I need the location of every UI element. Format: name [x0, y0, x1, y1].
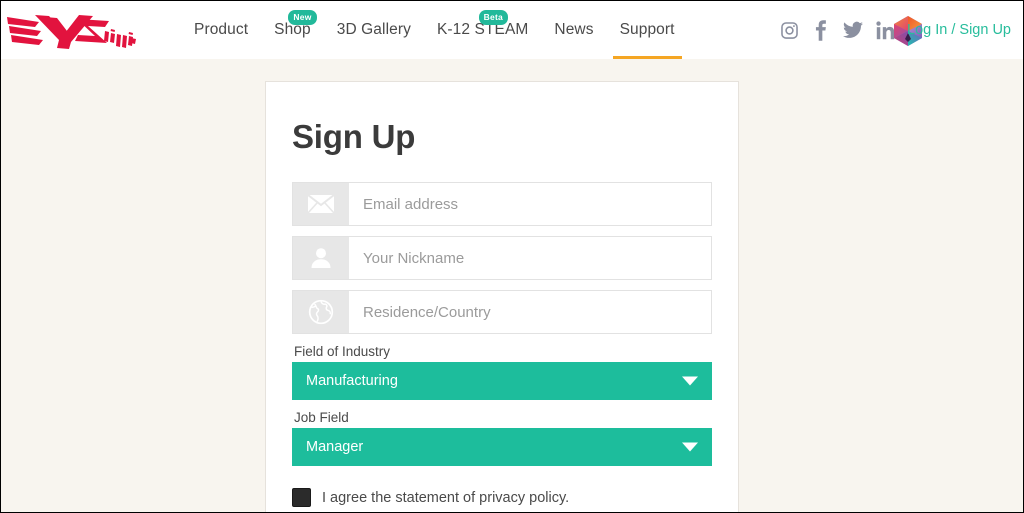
- country-input[interactable]: [349, 291, 711, 333]
- email-input[interactable]: [349, 183, 711, 225]
- globe-icon: [293, 291, 349, 333]
- chevron-down-icon: [682, 376, 698, 386]
- nav-item-product[interactable]: Product: [181, 1, 261, 59]
- nickname-input[interactable]: [349, 237, 711, 279]
- job-field-select-value: Manager: [306, 439, 364, 455]
- nav-item-label: 3D Gallery: [336, 21, 411, 38]
- nav-badge-beta: Beta: [478, 10, 508, 25]
- nickname-field-row[interactable]: [292, 236, 712, 280]
- nav-item-label: Product: [194, 21, 249, 38]
- page-root: Product New Shop 3D Gallery Beta K-12 ST…: [0, 0, 1024, 513]
- email-field-row[interactable]: [292, 182, 712, 226]
- nav-item-k12-steam[interactable]: Beta K-12 STEAM: [424, 1, 541, 59]
- page-main: Sign Up Email address Your Nickname Resi…: [1, 59, 1023, 512]
- instagram-icon[interactable]: [779, 19, 799, 41]
- privacy-agreement-checkbox[interactable]: [292, 488, 311, 507]
- privacy-agreement-label: I agree the statement of privacy policy.: [322, 489, 570, 506]
- industry-select-value: Manufacturing: [306, 373, 398, 389]
- country-field-row[interactable]: [292, 290, 712, 334]
- site-header: Product New Shop 3D Gallery Beta K-12 ST…: [1, 1, 1023, 59]
- login-signup-link[interactable]: Log In / Sign Up: [907, 1, 1011, 59]
- nav-item-news[interactable]: News: [541, 1, 606, 59]
- nav-item-label: News: [554, 21, 594, 38]
- signup-card: Sign Up Email address Your Nickname Resi…: [265, 81, 739, 512]
- nav-item-label: Support: [619, 21, 675, 38]
- person-icon: [293, 237, 349, 279]
- industry-select-label: Field of Industry: [294, 344, 391, 359]
- nav-badge-new: New: [288, 10, 317, 25]
- envelope-icon: [293, 183, 349, 225]
- facebook-icon[interactable]: [811, 19, 831, 41]
- job-field-select[interactable]: Manager: [292, 428, 712, 466]
- nav-item-shop[interactable]: New Shop: [261, 1, 324, 59]
- nav-item-3d-gallery[interactable]: 3D Gallery: [324, 1, 424, 59]
- twitter-icon[interactable]: [843, 19, 863, 41]
- chevron-down-icon: [682, 442, 698, 452]
- nav-item-support[interactable]: Support: [607, 1, 688, 59]
- industry-select[interactable]: Manufacturing: [292, 362, 712, 400]
- xyzprinting-logo[interactable]: [5, 7, 137, 53]
- job-field-select-label: Job Field: [294, 410, 349, 425]
- privacy-agreement-row[interactable]: I agree the statement of privacy policy.: [292, 488, 712, 507]
- main-navigation: Product New Shop 3D Gallery Beta K-12 ST…: [181, 1, 688, 59]
- page-title: Sign Up: [292, 118, 416, 155]
- social-links: [779, 1, 895, 59]
- login-signup-label: Log In / Sign Up: [907, 22, 1011, 38]
